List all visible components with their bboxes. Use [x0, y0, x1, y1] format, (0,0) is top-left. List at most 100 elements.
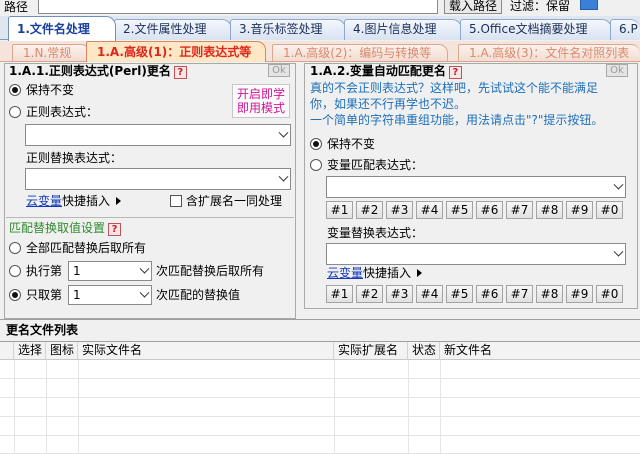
num-button-0[interactable]: #0	[596, 285, 623, 303]
replace-input[interactable]	[25, 168, 291, 190]
num-button-9[interactable]: #9	[566, 285, 593, 303]
column-header-new-filename[interactable]: 新文件名	[440, 342, 640, 360]
left-insert-row: 云变量快捷插入	[26, 194, 122, 208]
number-buttons-top: #1 #2 #3 #4 #5 #6 #7 #8 #9 #0	[326, 201, 628, 219]
num-button-8[interactable]: #8	[536, 201, 563, 219]
tab-music-tags[interactable]: 3.音乐标签处理	[230, 19, 346, 40]
desc-line-1: 真的不会正则表达式？这样吧，先试试这个能不能满足	[310, 81, 599, 95]
num-button-6[interactable]: #6	[476, 201, 503, 219]
variable-panel-title: 1.A.2.变量自动匹配更名?	[310, 64, 462, 79]
grid-line	[408, 360, 409, 454]
tab-filename[interactable]: 1.文件名处理	[8, 16, 116, 41]
regex-panel-title: 1.A.1.正则表达式(Perl)更名?	[9, 64, 187, 79]
chevron-down-icon	[278, 171, 289, 182]
num-button-2[interactable]: #2	[356, 285, 383, 303]
keep-unchanged-radio[interactable]	[9, 84, 21, 96]
play-icon	[116, 197, 122, 205]
quick-insert-button[interactable]: 快捷插入	[62, 194, 110, 208]
num-button-5[interactable]: #5	[446, 285, 473, 303]
num-button-4[interactable]: #4	[416, 201, 443, 219]
table-row	[0, 436, 640, 454]
desc-line-2: 你，如果还不行再学也不迟。	[310, 97, 467, 111]
grid-line	[14, 360, 15, 454]
keep-unchanged-label: 保持不变	[26, 83, 75, 97]
right-insert-row: 云变量快捷插入	[327, 266, 423, 280]
instant-mode-button[interactable]: 开启即学 即用模式	[232, 84, 290, 118]
include-ext-checkbox[interactable]	[170, 195, 182, 207]
chevron-down-icon	[139, 263, 150, 274]
num-button-3[interactable]: #3	[386, 285, 413, 303]
table-row	[0, 417, 640, 436]
table-row	[0, 379, 640, 398]
regex-radio[interactable]	[9, 106, 21, 118]
var-replace-input[interactable]	[326, 243, 626, 265]
number-buttons-bottom: #1 #2 #3 #4 #5 #6 #7 #8 #9 #0	[326, 285, 628, 303]
column-header-select[interactable]: 选择	[14, 342, 46, 360]
num-button-1[interactable]: #1	[326, 285, 353, 303]
only-nth-radio[interactable]	[9, 289, 21, 301]
exec-nth-suffix: 次匹配替换后取所有	[156, 264, 265, 278]
chevron-down-icon	[613, 179, 624, 190]
only-nth-select[interactable]: 1	[68, 285, 152, 305]
grid-line	[46, 360, 47, 454]
grid-line	[78, 360, 79, 454]
tab-office-summary[interactable]: 5.Office文档摘要处理	[460, 19, 612, 40]
filter-label: 过滤：保留	[510, 0, 571, 13]
load-path-button[interactable]: 载入路径	[444, 0, 502, 14]
cloud-var-link[interactable]: 云变量	[26, 194, 62, 208]
variable-ok-button[interactable]: Ok	[606, 64, 628, 77]
subtab-advanced-encoding[interactable]: 1.A.高级(2)：编码与转换等	[272, 44, 448, 61]
table-row	[0, 398, 640, 417]
num-button-4[interactable]: #4	[416, 285, 443, 303]
match-all-label: 全部匹配替换后取所有	[26, 241, 147, 255]
grid-line	[440, 360, 441, 454]
cloud-var-link[interactable]: 云变量	[327, 266, 363, 280]
path-label: 路径	[4, 0, 29, 14]
only-nth-label: 只取第	[26, 288, 63, 302]
match-all-radio[interactable]	[9, 242, 21, 254]
num-button-7[interactable]: #7	[506, 285, 533, 303]
num-button-7[interactable]: #7	[506, 201, 533, 219]
path-input[interactable]	[38, 0, 438, 14]
exec-nth-select[interactable]: 1	[68, 261, 152, 281]
quick-insert-button[interactable]: 快捷插入	[363, 266, 411, 280]
num-button-5[interactable]: #5	[446, 201, 473, 219]
match-section-title: 匹配替换取值设置?	[9, 221, 122, 236]
var-match-radio[interactable]	[310, 159, 322, 171]
num-button-1[interactable]: #1	[326, 201, 353, 219]
tab-more[interactable]: 6.P	[610, 19, 640, 40]
tab-image-info[interactable]: 4.图片信息处理	[344, 19, 462, 40]
num-button-8[interactable]: #8	[536, 285, 563, 303]
var-match-label: 变量匹配表达式：	[327, 158, 424, 172]
column-header-extension[interactable]: 实际扩展名	[334, 342, 408, 360]
help-icon[interactable]: ?	[448, 66, 462, 79]
subtab-advanced-regex[interactable]: 1.A.高级(1)：正则表达式等	[86, 41, 266, 62]
desc-line-3: 一个简单的字符串重组功能，用法请点击"?"提示按钮。	[310, 113, 604, 127]
chevron-down-icon	[139, 287, 150, 298]
num-button-2[interactable]: #2	[356, 201, 383, 219]
var-keep-unchanged-radio[interactable]	[310, 138, 322, 150]
num-button-9[interactable]: #9	[566, 201, 593, 219]
help-icon[interactable]: ?	[173, 66, 187, 79]
file-list-header	[0, 319, 640, 341]
include-ext-label: 含扩展名一同处理	[186, 194, 283, 208]
regex-label: 正则表达式：	[26, 105, 99, 119]
tab-file-attributes[interactable]: 2.文件属性处理	[114, 19, 232, 40]
regex-ok-button[interactable]: Ok	[268, 64, 290, 77]
exec-nth-radio[interactable]	[9, 265, 21, 277]
table-row	[0, 360, 640, 379]
column-header-status[interactable]: 状态	[408, 342, 440, 360]
num-button-6[interactable]: #6	[476, 285, 503, 303]
subtab-advanced-filename-list[interactable]: 1.A.高级(3)：文件名对照列表	[458, 44, 640, 61]
regex-input[interactable]	[25, 124, 291, 146]
column-header-filename[interactable]: 实际文件名	[78, 342, 334, 360]
subtab-general[interactable]: 1.N.常规	[12, 44, 90, 61]
num-button-0[interactable]: #0	[596, 201, 623, 219]
help-icon[interactable]: ?	[108, 223, 122, 236]
num-button-3[interactable]: #3	[386, 201, 413, 219]
column-header-icon[interactable]: 图标	[46, 342, 78, 360]
var-match-input[interactable]	[326, 176, 626, 198]
var-keep-unchanged-label: 保持不变	[327, 137, 376, 151]
only-nth-suffix: 次匹配的替换值	[156, 288, 241, 302]
filter-dropdown[interactable]	[580, 0, 598, 10]
